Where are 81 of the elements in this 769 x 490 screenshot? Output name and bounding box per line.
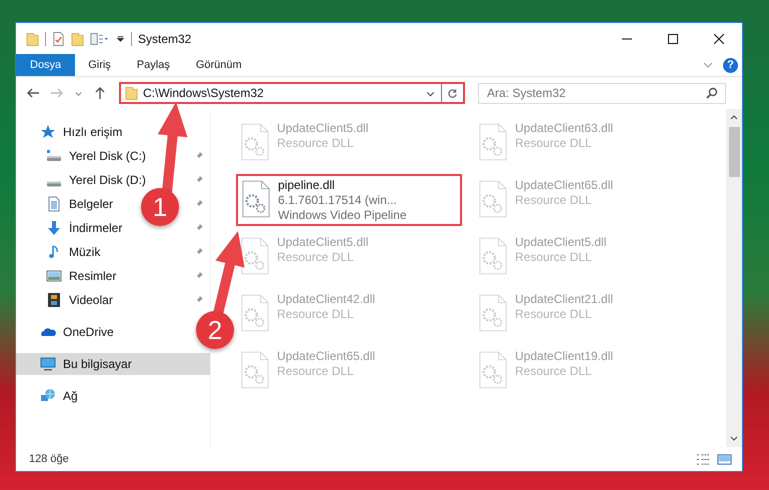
sidebar-item[interactable]: Yerel Disk (D:): [46, 173, 146, 187]
drive-icon: [46, 148, 62, 164]
sidebar-item[interactable]: Videolar: [46, 292, 113, 308]
minimize-icon: [622, 38, 632, 40]
folder-icon[interactable]: [26, 30, 39, 46]
search-field[interactable]: Ara: System32: [478, 82, 726, 104]
file-detail: Resource DLL: [277, 250, 355, 265]
file-detail: Resource DLL: [515, 136, 593, 151]
sidebar-item[interactable]: OneDrive: [40, 324, 114, 340]
ribbon-tab[interactable]: Giriş: [75, 54, 124, 76]
document-icon: [46, 196, 62, 212]
ribbon-tab[interactable]: Görünüm: [182, 54, 255, 76]
file-detail: Resource DLL: [515, 364, 593, 379]
back-arrow-icon[interactable]: [26, 86, 40, 100]
address-field[interactable]: C:\Windows\System32: [119, 82, 465, 104]
file-name: UpdateClient65.dll: [515, 178, 614, 193]
window-title: System32: [138, 32, 192, 46]
network-icon: [40, 388, 56, 404]
sidebar-item[interactable]: Resimler: [46, 268, 116, 284]
file-name: UpdateClient5.dll: [515, 235, 606, 250]
file-gear-icon: [478, 237, 508, 275]
drive-icon: [46, 181, 62, 187]
file-detail: Resource DLL: [277, 307, 355, 322]
details-view-icon[interactable]: [696, 452, 711, 466]
up-arrow-icon[interactable]: [93, 86, 107, 100]
file-detail: Resource DLL: [515, 250, 593, 265]
ribbon-tab[interactable]: Paylaş: [124, 54, 183, 76]
file-name: UpdateClient5.dll: [277, 121, 368, 136]
file-detail: Windows Video Pipeline: [278, 208, 407, 223]
scrollbar[interactable]: [726, 109, 742, 447]
item-count: 128 öğe: [29, 453, 69, 465]
file-detail: 6.1.7601.17514 (win...: [278, 193, 398, 208]
file-gear-icon: [241, 180, 271, 218]
folder-icon: [125, 85, 138, 101]
monitor-icon: [40, 356, 56, 372]
star-icon: [40, 124, 56, 140]
file-name: UpdateClient63.dll: [515, 121, 614, 136]
checklist-icon[interactable]: [52, 30, 65, 46]
properties-icon[interactable]: [90, 30, 110, 46]
sidebar-item[interactable]: İndirmeler: [46, 220, 122, 236]
file-name: UpdateClient42.dll: [277, 292, 376, 307]
film-icon: [46, 292, 62, 308]
picture-icon: [46, 268, 62, 284]
sidebar-item[interactable]: Ağ: [40, 388, 78, 404]
file-detail: Resource DLL: [277, 136, 355, 151]
address-path: C:\Windows\System32: [143, 86, 265, 100]
file-gear-icon: [240, 237, 270, 275]
search-icon: [706, 86, 718, 98]
file-gear-icon: [478, 123, 508, 161]
file-name: UpdateClient21.dll: [515, 292, 614, 307]
maximize-icon: [668, 34, 678, 44]
file-name: UpdateClient19.dll: [515, 349, 614, 364]
file-detail: Resource DLL: [515, 193, 593, 208]
sidebar-item[interactable]: Müzik: [46, 244, 100, 260]
sidebar-item[interactable]: Belgeler: [46, 196, 114, 212]
file-name: UpdateClient5.dll: [277, 235, 368, 250]
folder-icon[interactable]: [71, 30, 84, 46]
file-detail: Resource DLL: [277, 364, 355, 379]
file-gear-icon: [240, 294, 270, 332]
file-gear-icon: [478, 351, 508, 389]
file-gear-icon: [478, 180, 508, 218]
scrollbar-thumb[interactable]: [728, 127, 740, 177]
file-item[interactable]: pipeline.dll 6.1.7601.17514 (win... Windows Video Pipeline: [236, 174, 462, 226]
expand-ribbon-icon[interactable]: [703, 60, 713, 70]
help-button[interactable]: ?: [723, 58, 738, 72]
sidebar-item[interactable]: Yerel Disk (C:): [46, 148, 146, 164]
file-gear-icon: [240, 351, 270, 389]
sidebar-item[interactable]: Hızlı erişim: [40, 124, 122, 140]
file-gear-icon: [240, 123, 270, 161]
down-arrow-icon: [46, 220, 62, 236]
forward-arrow-icon[interactable]: [50, 86, 64, 100]
dropdown-icon[interactable]: [116, 34, 125, 43]
refresh-icon[interactable]: [447, 88, 458, 98]
ribbon-tab[interactable]: Dosya: [16, 54, 76, 76]
file-name: UpdateClient65.dll: [277, 349, 376, 364]
file-detail: Resource DLL: [515, 307, 593, 322]
sidebar-item[interactable]: Bu bilgisayar: [40, 356, 132, 372]
close-icon: [714, 34, 724, 44]
file-name: pipeline.dll: [278, 178, 336, 193]
file-gear-icon: [478, 294, 508, 332]
large-icons-view-icon[interactable]: [717, 452, 732, 466]
